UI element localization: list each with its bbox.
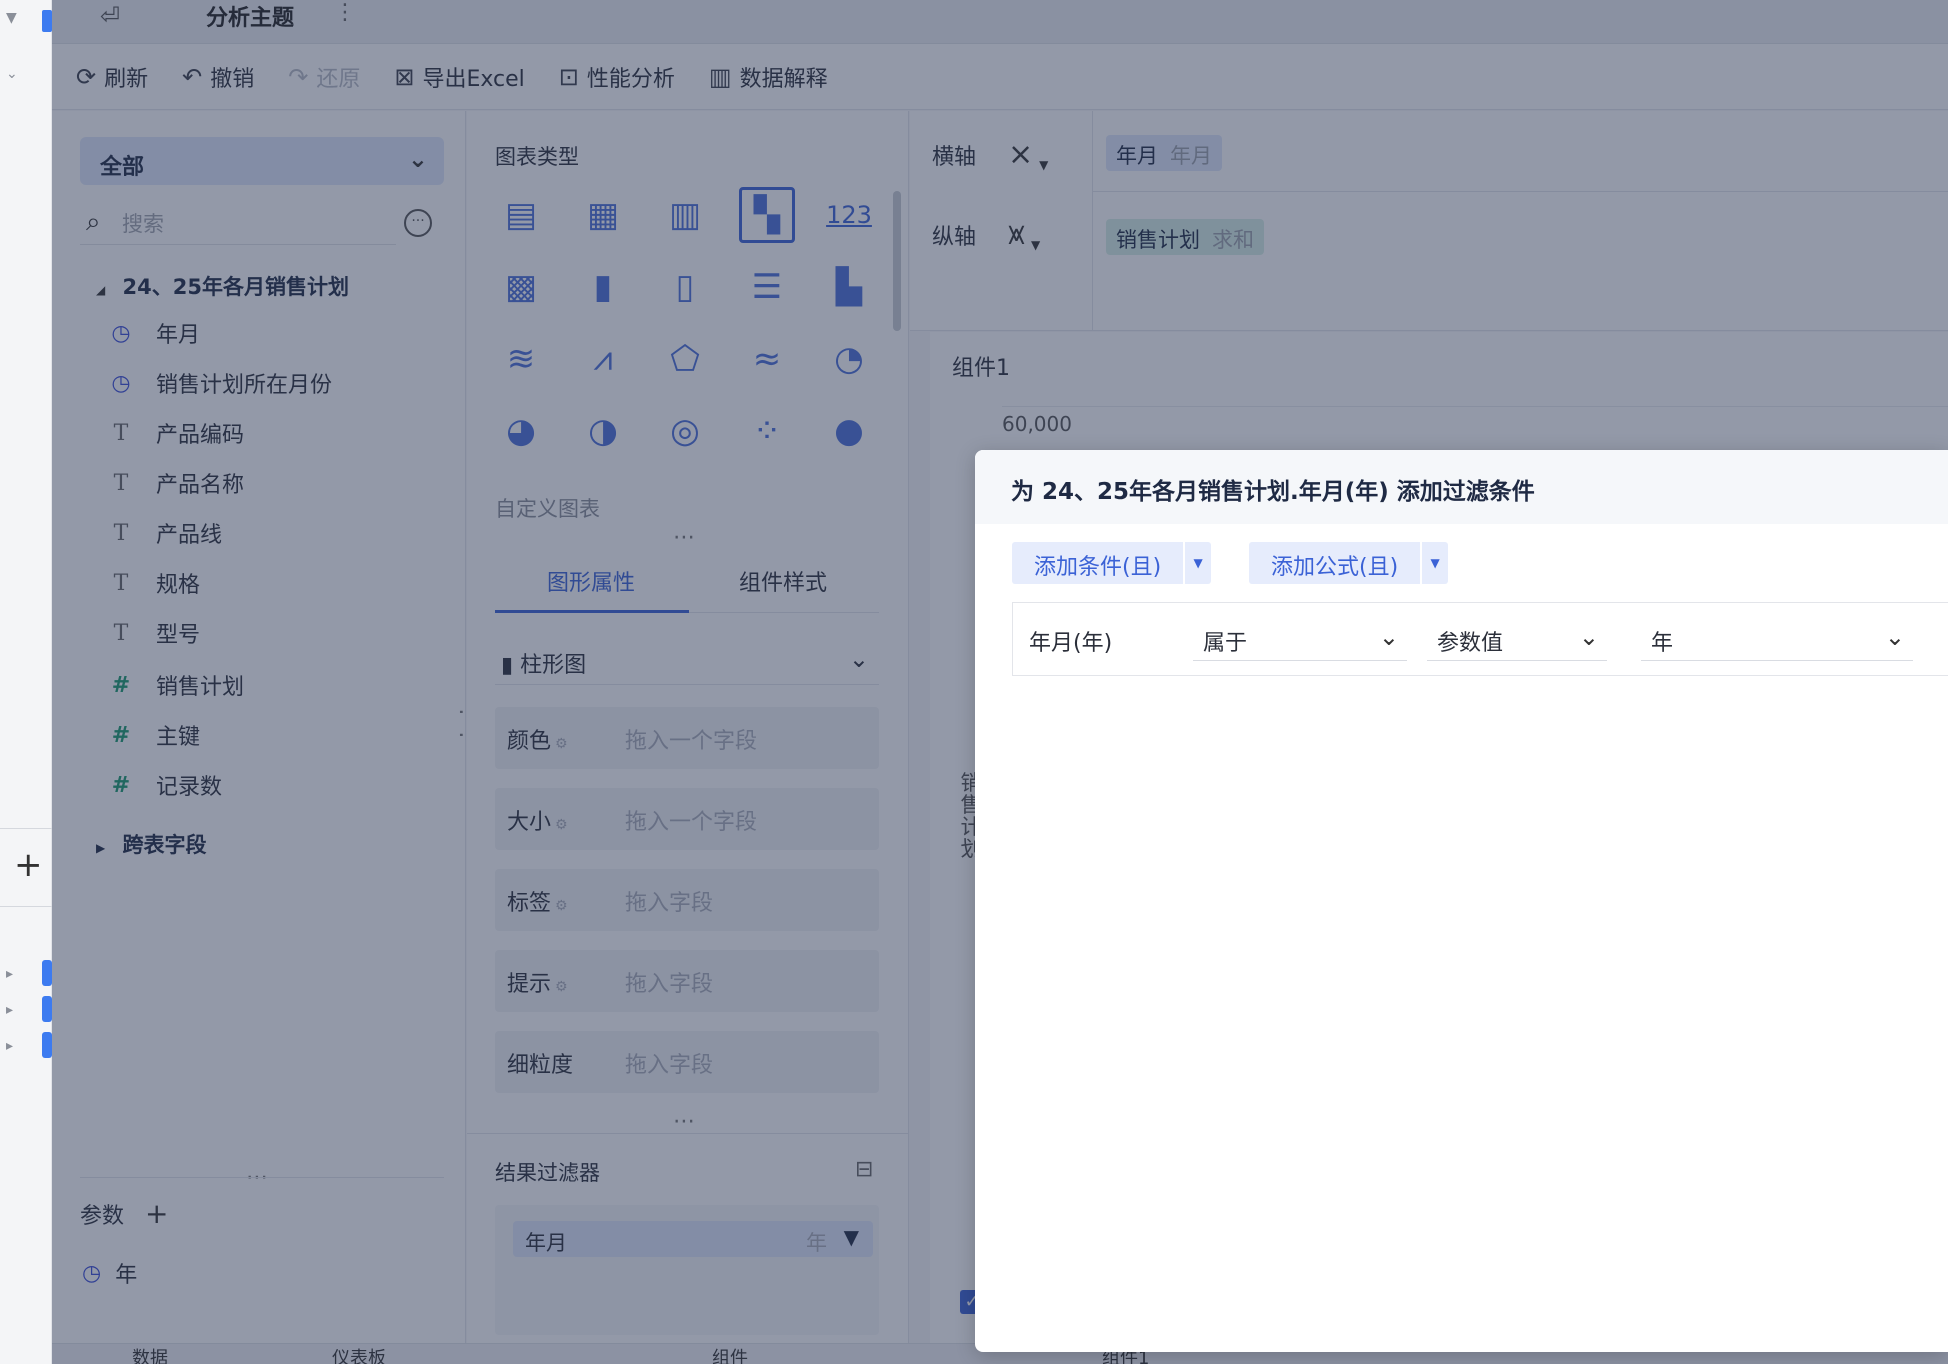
status-bar-icon [42, 996, 52, 1022]
add-formula-button[interactable]: 添加公式(且) ▼ [1249, 542, 1449, 584]
chevron-down-icon: ⌄ [1378, 623, 1399, 651]
dropdown-caret-icon[interactable]: ▼ [1420, 542, 1448, 584]
active-marker [42, 10, 52, 32]
value-type-value: 参数值 [1437, 631, 1504, 656]
collapse-caret-icon[interactable]: ⌄ [6, 66, 18, 82]
divider [0, 828, 52, 829]
app-window: ▼ ⌄ + ▸ ▸ ▸ ⏎ 分析主题 ⋮ ⟳ 刷新 ↶ 撤销 ↷ 还原 ⊠ 导出 [0, 0, 1948, 1364]
operator-value: 属于 [1203, 631, 1248, 656]
left-nav-strip: ▼ ⌄ + ▸ ▸ ▸ [0, 0, 52, 1364]
status-bar-icon [42, 960, 52, 986]
collapse-caret-icon[interactable]: ▼ [6, 10, 17, 26]
value-type-select[interactable]: 参数值 ⌄ [1427, 619, 1607, 661]
add-condition-label[interactable]: 添加条件(且) [1012, 542, 1183, 584]
dialog-title: 为 24、25年各月销售计划.年月(年) 添加过滤条件 [1011, 479, 1535, 505]
dialog-header: 为 24、25年各月销售计划.年月(年) 添加过滤条件 [975, 450, 1948, 524]
add-formula-label[interactable]: 添加公式(且) [1249, 542, 1420, 584]
expand-caret-icon[interactable]: ▸ [6, 966, 13, 982]
parameter-value: 年 [1651, 631, 1674, 656]
add-filter-dialog: 为 24、25年各月销售计划.年月(年) 添加过滤条件 添加条件(且) ▼ 添加… [975, 450, 1948, 1352]
divider [0, 906, 52, 907]
dropdown-caret-icon[interactable]: ▼ [1183, 542, 1211, 584]
condition-row: 年月(年) 属于 ⌄ 参数值 ⌄ 年 ⌄ [1012, 602, 1948, 676]
status-bar-icon [42, 1032, 52, 1058]
add-condition-button[interactable]: 添加条件(且) ▼ [1012, 542, 1212, 584]
operator-select[interactable]: 属于 ⌄ [1193, 619, 1407, 661]
condition-field: 年月(年) [1029, 631, 1113, 656]
add-icon[interactable]: + [14, 848, 43, 882]
expand-caret-icon[interactable]: ▸ [6, 1002, 13, 1018]
chevron-down-icon: ⌄ [1578, 623, 1599, 651]
parameter-select[interactable]: 年 ⌄ [1641, 619, 1913, 661]
expand-caret-icon[interactable]: ▸ [6, 1038, 13, 1054]
chevron-down-icon: ⌄ [1884, 623, 1905, 651]
